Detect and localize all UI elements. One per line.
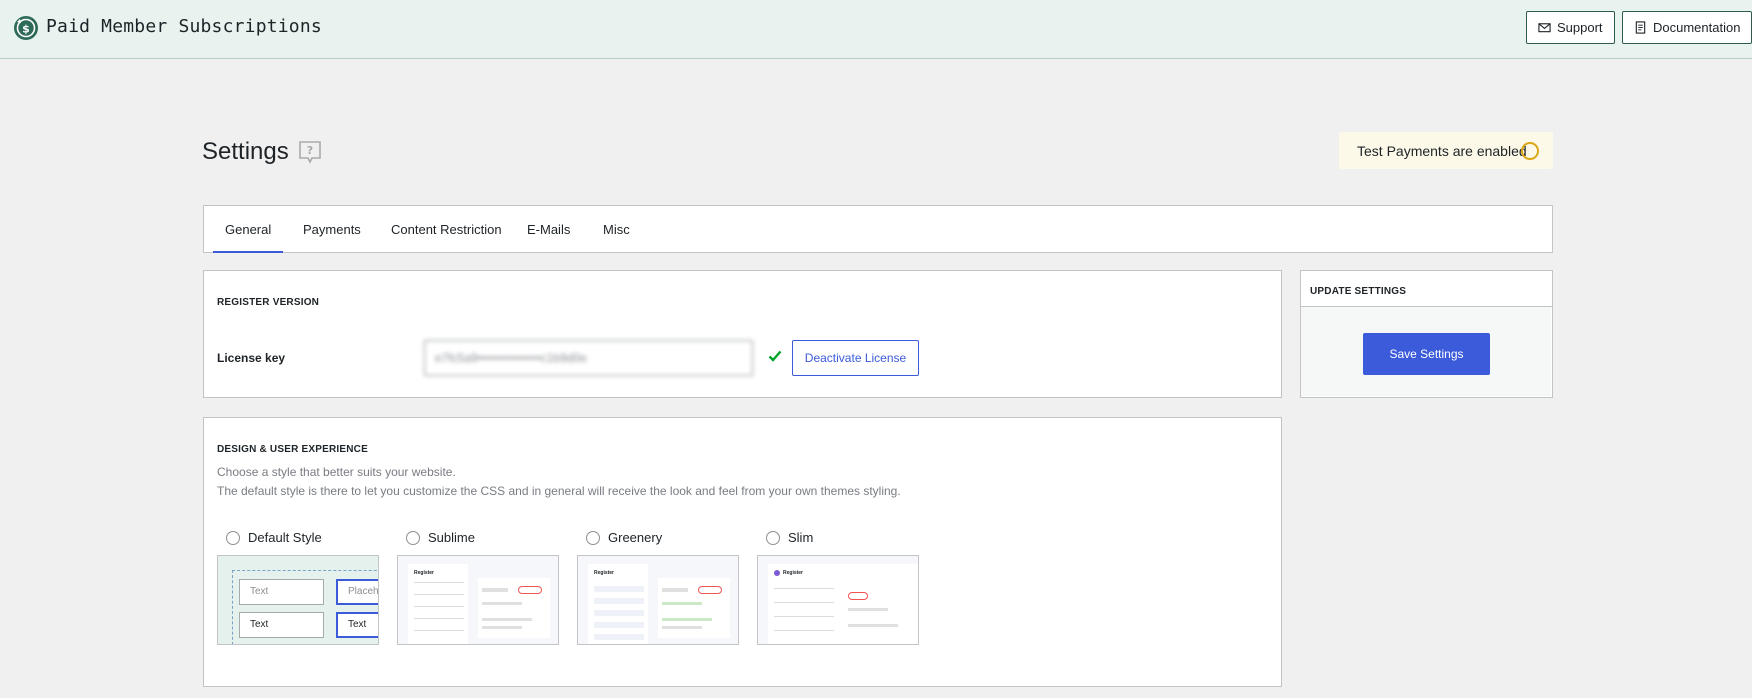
- preview-form: Register: [588, 564, 648, 644]
- preview-form: Register: [768, 564, 918, 644]
- test-payments-notice: Test Payments are enabled: [1339, 132, 1553, 169]
- style-preview-greenery[interactable]: Register: [577, 555, 739, 645]
- tab-misc[interactable]: Misc: [603, 206, 630, 253]
- preview-field-focused: Placeholder: [336, 579, 378, 605]
- style-preview-slim[interactable]: Register: [757, 555, 919, 645]
- style-label: Greenery: [608, 530, 663, 545]
- style-option-greenery[interactable]: Greenery: [586, 530, 662, 545]
- support-button[interactable]: Support: [1526, 11, 1615, 44]
- page-title: Settings: [202, 138, 289, 165]
- documentation-button-label: Documentation: [1653, 20, 1741, 35]
- design-ux-heading: DESIGN & USER EXPERIENCE: [217, 444, 368, 455]
- save-area: Save Settings: [1301, 307, 1551, 396]
- radio-greenery[interactable]: [586, 530, 600, 545]
- style-label: Slim: [788, 530, 814, 545]
- design-description-1: Choose a style that better suits your we…: [217, 465, 456, 479]
- style-option-sublime[interactable]: Sublime: [406, 530, 475, 545]
- preview-heading: Register: [414, 570, 435, 576]
- tab-payments[interactable]: Payments: [303, 206, 361, 253]
- tab-emails[interactable]: E-Mails: [527, 206, 570, 253]
- register-version-panel: REGISTER VERSION License key Deactivate …: [203, 270, 1282, 398]
- style-preview-default[interactable]: Text Placeholder Text Text: [217, 555, 379, 645]
- style-option-default[interactable]: Default Style: [226, 530, 322, 545]
- mail-icon: [1538, 23, 1551, 33]
- preview-field: Text: [239, 579, 324, 605]
- preview-field: Text: [239, 612, 324, 638]
- license-key-input[interactable]: [424, 340, 753, 376]
- style-label: Sublime: [428, 530, 475, 545]
- document-icon: [1635, 21, 1646, 34]
- style-option-slim[interactable]: Slim: [766, 530, 813, 545]
- radio-sublime[interactable]: [406, 530, 420, 545]
- license-key-label: License key: [217, 351, 286, 365]
- support-button-label: Support: [1557, 20, 1603, 35]
- update-settings-heading: UPDATE SETTINGS: [1310, 286, 1407, 297]
- documentation-button[interactable]: Documentation: [1622, 11, 1752, 44]
- tab-content-restriction[interactable]: Content Restriction: [391, 206, 502, 253]
- help-icon[interactable]: ?: [298, 140, 322, 164]
- style-preview-sublime[interactable]: Register: [397, 555, 559, 645]
- valid-check-icon: [768, 350, 782, 362]
- dollar-logo-icon: $: [14, 16, 38, 40]
- brand-name: Paid Member Subscriptions: [46, 16, 322, 37]
- deactivate-license-button[interactable]: Deactivate License: [792, 340, 919, 376]
- preview-heading: Register: [594, 570, 615, 576]
- settings-tabs: General Payments Content Restriction E-M…: [203, 205, 1553, 253]
- preview-form: Register: [408, 564, 468, 644]
- register-version-heading: REGISTER VERSION: [217, 297, 320, 308]
- radio-default[interactable]: [226, 530, 240, 545]
- svg-text:$: $: [22, 23, 30, 36]
- update-settings-panel: UPDATE SETTINGS Save Settings: [1300, 270, 1553, 398]
- test-payments-text: Test Payments are enabled: [1357, 142, 1527, 159]
- preview-heading: Register: [783, 570, 804, 576]
- svg-text:?: ?: [307, 144, 313, 157]
- top-bar: $ Paid Member Subscriptions Support Docu…: [0, 0, 1752, 59]
- radio-slim[interactable]: [766, 530, 780, 545]
- design-description-2: The default style is there to let you cu…: [217, 484, 901, 498]
- preview-field-focused: Text: [336, 612, 378, 638]
- tab-general[interactable]: General: [213, 206, 284, 253]
- style-label: Default Style: [248, 530, 322, 545]
- status-ring-icon: [1521, 142, 1539, 160]
- design-ux-panel: DESIGN & USER EXPERIENCE Choose a style …: [203, 417, 1282, 687]
- save-settings-button[interactable]: Save Settings: [1363, 333, 1490, 375]
